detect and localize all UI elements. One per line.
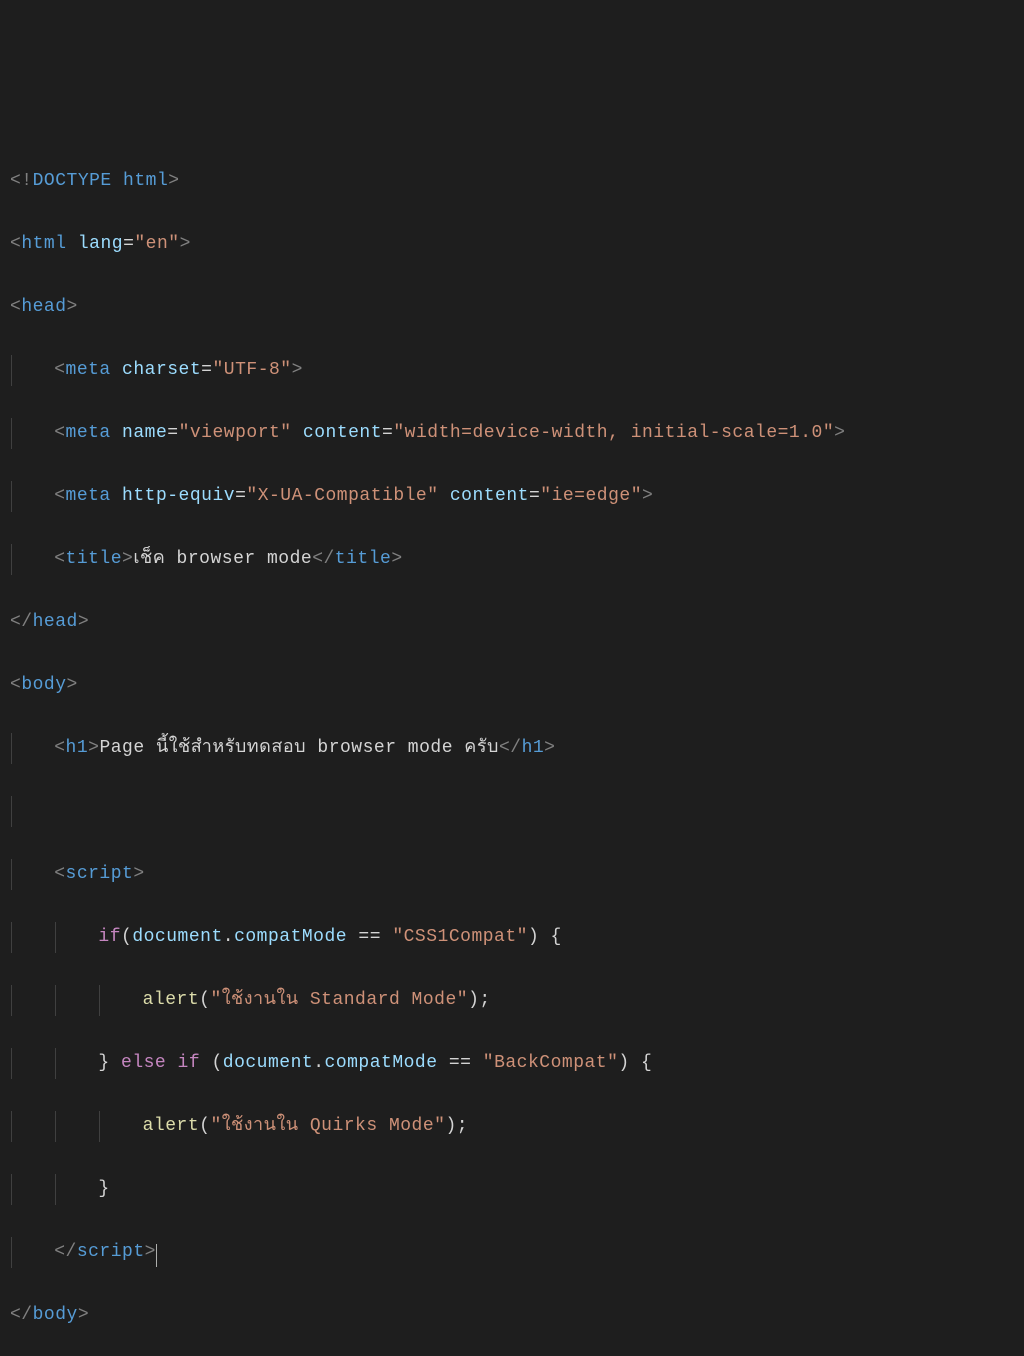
code-line: alert("ใช้งานใน Standard Mode"); xyxy=(10,985,1014,1017)
code-line: if(document.compatMode == "CSS1Compat") … xyxy=(10,922,1014,954)
code-editor[interactable]: <!DOCTYPE html> <html lang="en"> <head> … xyxy=(10,134,1014,1356)
code-line: <script> xyxy=(10,859,1014,891)
code-line: </body> xyxy=(10,1300,1014,1332)
code-line: } else if (document.compatMode == "BackC… xyxy=(10,1048,1014,1080)
code-line: <head> xyxy=(10,292,1014,324)
code-line: </script> xyxy=(10,1237,1014,1269)
code-line: alert("ใช้งานใน Quirks Mode"); xyxy=(10,1111,1014,1143)
text-cursor xyxy=(156,1244,157,1267)
code-line: <meta http-equiv="X-UA-Compatible" conte… xyxy=(10,481,1014,513)
code-line: <meta name="viewport" content="width=dev… xyxy=(10,418,1014,450)
code-line: </head> xyxy=(10,607,1014,639)
code-line: <body> xyxy=(10,670,1014,702)
code-line xyxy=(10,796,1014,828)
code-line: <!DOCTYPE html> xyxy=(10,166,1014,198)
code-line: <h1>Page นี้ใช้สำหรับทดสอบ browser mode … xyxy=(10,733,1014,765)
code-line: } xyxy=(10,1174,1014,1206)
code-line: <title>เช็ค browser mode</title> xyxy=(10,544,1014,576)
code-line: <html lang="en"> xyxy=(10,229,1014,261)
code-line: <meta charset="UTF-8"> xyxy=(10,355,1014,387)
